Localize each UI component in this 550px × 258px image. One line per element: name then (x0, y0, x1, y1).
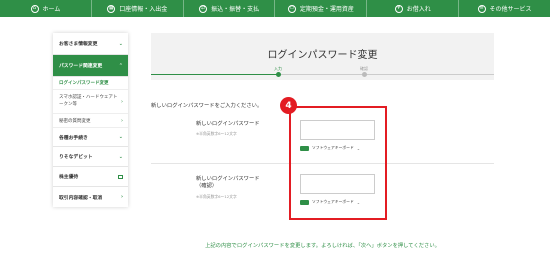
confirmation-note: 上記の内容でログインパスワードを変更します。よろしければ、「次へ」ボタンを押して… (205, 243, 440, 249)
sidebar-subitem-smartphone-auth[interactable]: スマホ認証・ハードウェアトークン等 › (53, 90, 128, 114)
sidebar-subitem-label: ログインパスワード変更 (59, 81, 109, 86)
nav-other-services[interactable]: ≡ その他サービス (459, 0, 550, 17)
step-progress-bar (151, 74, 494, 75)
page-header: ログインパスワード変更 (151, 33, 494, 80)
sidebar-item-customer-info[interactable]: お客さま情報変更 ⌄ (53, 33, 128, 55)
step-indicator-confirm (362, 72, 367, 77)
chevron-right-icon: › (121, 98, 123, 105)
sidebar-item-transaction-history[interactable]: 取引内容確認・取消 › (53, 187, 128, 207)
step-label-confirm: 確認 (360, 66, 368, 71)
sidebar-item-label: お客さま情報変更 (59, 42, 98, 47)
top-navigation: ⌂ ホーム ▦ 口座情報・入出金 ⇄ 振込・振替・支払 ▭ 定期預金・運用資産 … (0, 0, 550, 17)
transfer-icon: ⇄ (199, 4, 208, 13)
sidebar-item-label: 株主優待 (59, 175, 79, 180)
nav-account-info[interactable]: ▦ 口座情報・入出金 (92, 0, 184, 17)
sidebar-item-label: りそなデビット (59, 155, 93, 160)
confirm-password-label-line1: 新しいログインパスワード (196, 176, 260, 182)
nav-deposits[interactable]: ▭ 定期預金・運用資産 (275, 0, 368, 17)
confirm-password-label-line2: （確認） (196, 183, 218, 189)
sidebar-item-shareholder[interactable]: 株主優待 (53, 167, 128, 187)
sidebar-item-label: 取引内容確認・取消 (59, 195, 103, 201)
sidebar-item-label: パスワード関連変更 (59, 64, 103, 69)
confirm-password-hint: ※半角英数字6～12文字 (196, 194, 237, 199)
sidebar: お客さま情報変更 ⌄ パスワード関連変更 ⌃ ログインパスワード変更 スマホ認証… (53, 33, 128, 207)
sidebar-subitem-label: 秘密の質問変更 (59, 118, 91, 124)
chevron-down-icon: ⌄ (118, 40, 123, 47)
sidebar-subitem-login-password[interactable]: ログインパスワード変更 (53, 77, 128, 90)
chevron-down-icon: ⌄ (118, 153, 123, 160)
external-link-icon (118, 174, 123, 179)
sidebar-item-debit[interactable]: りそなデビット ⌄ (53, 147, 128, 167)
nav-account-info-label: 口座情報・入出金 (119, 6, 168, 13)
sidebar-subitem-label: スマホ認証・ハードウェアトークン等 (59, 95, 118, 107)
menu-icon: ≡ (477, 4, 486, 13)
nav-other-services-label: その他サービス (489, 6, 532, 13)
new-password-label: 新しいログインパスワード (196, 121, 260, 127)
step-number-badge: 4 (280, 97, 297, 114)
new-password-hint: ※半角英数字6～12文字 (196, 131, 237, 136)
nav-home[interactable]: ⌂ ホーム (0, 0, 92, 17)
home-icon: ⌂ (30, 4, 39, 13)
bag-icon: ¥ (394, 4, 403, 13)
page-title: ログインパスワード変更 (267, 50, 378, 61)
step-progress-fill (151, 74, 278, 75)
chevron-right-icon: › (120, 194, 123, 200)
grid-icon: ▦ (107, 4, 116, 13)
sidebar-subitem-secret-question[interactable]: 秘密の質問変更 › (53, 114, 128, 128)
step-label-input: 入力 (274, 66, 282, 71)
sidebar-item-label: 各種お手続き (59, 135, 88, 141)
nav-home-label: ホーム (42, 6, 61, 13)
sidebar-item-procedures[interactable]: 各種お手続き ⌄ (53, 128, 128, 147)
nav-deposits-label: 定期預金・運用資産 (299, 6, 354, 13)
step-indicator-input (276, 72, 281, 77)
chevron-right-icon: › (121, 117, 123, 124)
nav-transfer[interactable]: ⇄ 振込・振替・支払 (184, 0, 276, 17)
nav-loans-label: お借入れ (406, 6, 431, 13)
instruction-text: 新しいログインパスワードをご入力ください。 (151, 103, 263, 109)
confirm-password-label: 新しいログインパスワード （確認） (196, 176, 260, 190)
folder-icon: ▭ (287, 4, 296, 13)
nav-loans[interactable]: ¥ お借入れ (367, 0, 460, 17)
chevron-up-icon: ⌃ (118, 62, 123, 69)
sidebar-item-password-related[interactable]: パスワード関連変更 ⌃ (53, 55, 128, 77)
highlight-box (289, 106, 387, 220)
nav-transfer-label: 振込・振替・支払 (211, 6, 260, 13)
chevron-down-icon: ⌄ (118, 134, 123, 140)
